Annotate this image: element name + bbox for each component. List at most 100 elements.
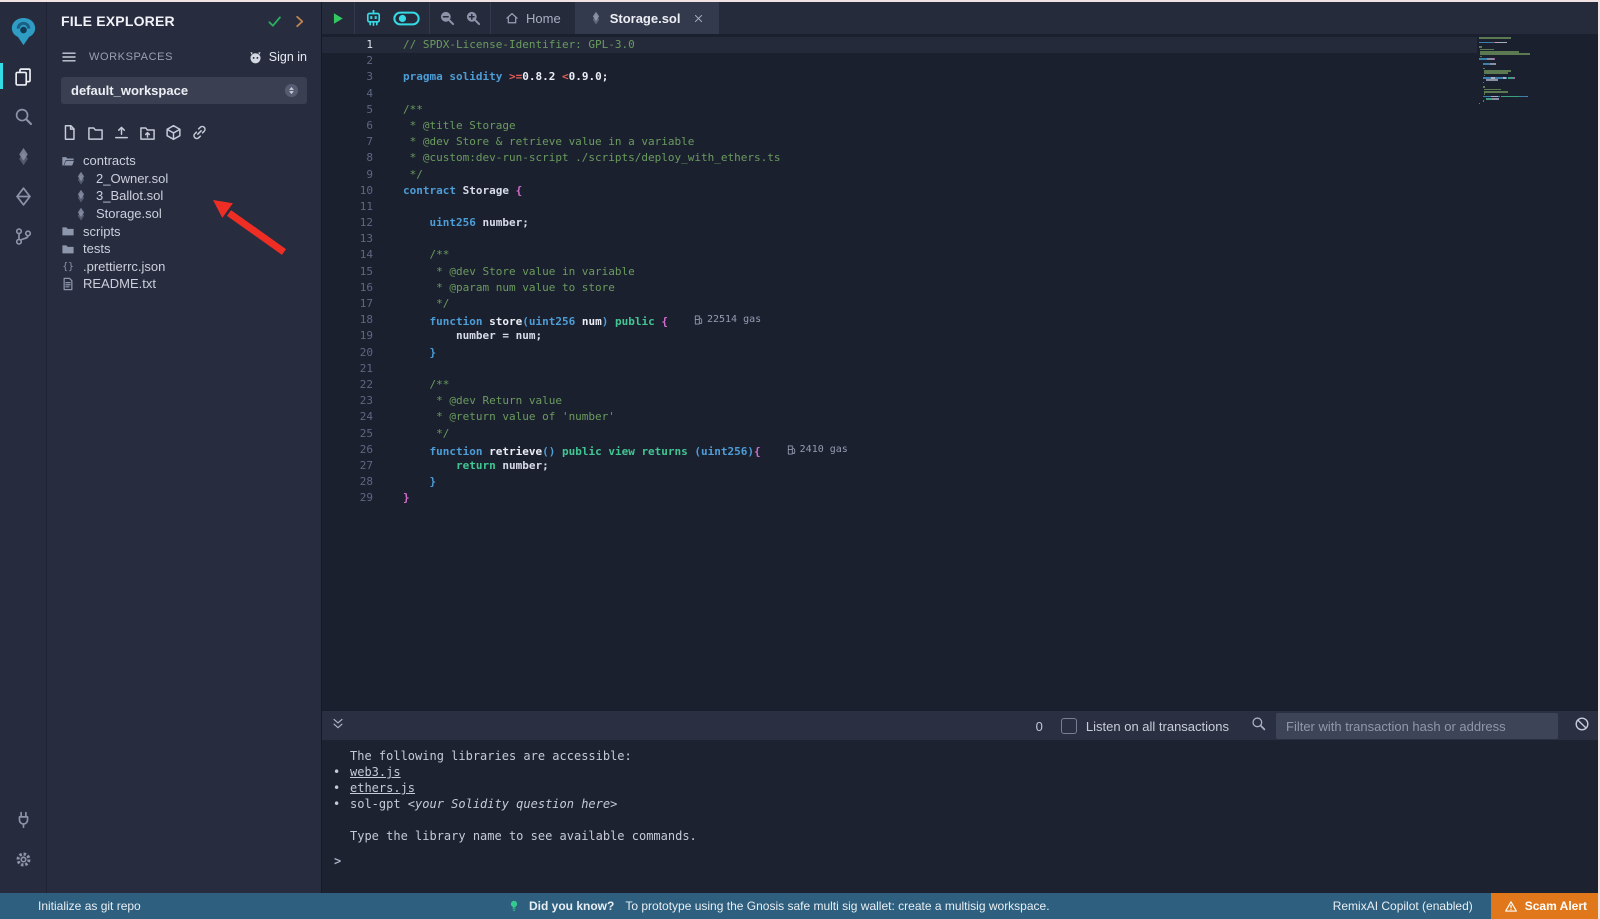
activity-bar bbox=[0, 0, 47, 893]
sign-in-button[interactable]: Sign in bbox=[248, 50, 307, 65]
code-line-19: 19 number = num; bbox=[321, 328, 1477, 344]
upload-folder-icon[interactable] bbox=[139, 124, 156, 141]
line-number: 27 bbox=[321, 458, 375, 474]
copilot-toggle[interactable] bbox=[393, 11, 420, 26]
file-text-icon bbox=[61, 277, 75, 291]
zoom-out-icon bbox=[439, 10, 455, 26]
remixai-copilot-button[interactable] bbox=[364, 9, 383, 28]
new-file-icon[interactable] bbox=[61, 124, 78, 141]
tab-Storage.sol[interactable]: Storage.sol bbox=[575, 2, 719, 34]
code-line-13: 13 bbox=[321, 231, 1477, 247]
tree-item-Storage.sol[interactable]: Storage.sol bbox=[47, 205, 321, 223]
line-number: 17 bbox=[321, 296, 375, 312]
activity-file-explorer[interactable] bbox=[0, 56, 46, 96]
play-icon bbox=[330, 11, 345, 26]
tree-item-2_Owner.sol[interactable]: 2_Owner.sol bbox=[47, 170, 321, 188]
new-folder-icon[interactable] bbox=[87, 124, 104, 141]
cube-icon[interactable] bbox=[165, 124, 182, 141]
zoom-out-button[interactable] bbox=[439, 10, 455, 26]
clear-console-button[interactable] bbox=[1574, 716, 1590, 737]
collapse-panel-chevron-icon[interactable] bbox=[292, 14, 307, 29]
transaction-filter-input[interactable] bbox=[1276, 713, 1558, 739]
line-number: 29 bbox=[321, 490, 375, 506]
tree-item-README.txt[interactable]: README.txt bbox=[47, 275, 321, 293]
activity-plugin-manager[interactable] bbox=[0, 799, 46, 839]
activity-bar-top bbox=[0, 0, 46, 799]
code-line-25: 25 */ bbox=[321, 426, 1477, 442]
chevrons-down-icon bbox=[331, 717, 345, 731]
activity-settings[interactable] bbox=[0, 839, 46, 879]
activity-remix-logo[interactable] bbox=[0, 6, 46, 56]
solidity-file-icon bbox=[74, 171, 88, 185]
code-line-20: 20 } bbox=[321, 345, 1477, 361]
solidity-file-icon bbox=[74, 189, 88, 203]
code-line-2: 2 bbox=[321, 53, 1477, 69]
code-line-6: 6 * @title Storage bbox=[321, 118, 1477, 134]
solidity-file-icon bbox=[589, 11, 603, 25]
file-tree: contracts2_Owner.sol3_Ballot.sol Storage.… bbox=[47, 152, 321, 293]
code-line-28: 28 } bbox=[321, 474, 1477, 490]
line-number: 24 bbox=[321, 409, 375, 425]
activity-search[interactable] bbox=[0, 96, 46, 136]
tree-item-3_Ballot.sol[interactable]: 3_Ballot.sol bbox=[47, 187, 321, 205]
tree-item-contracts[interactable]: contracts bbox=[47, 152, 321, 170]
workspace-select[interactable]: default_workspace bbox=[61, 77, 307, 104]
plugin-manager-icon bbox=[14, 810, 33, 829]
gas-icon bbox=[787, 445, 796, 455]
terminal-line: The following libraries are accessible: bbox=[333, 748, 1600, 764]
run-script-button[interactable] bbox=[330, 11, 345, 26]
tab-label: Home bbox=[526, 11, 561, 26]
ban-icon bbox=[1574, 716, 1590, 732]
terminal-collapse-button[interactable] bbox=[331, 717, 345, 736]
tab-Home[interactable]: Home bbox=[491, 2, 575, 34]
activity-solidity-compiler[interactable] bbox=[0, 136, 46, 176]
line-number: 7 bbox=[321, 134, 375, 150]
copilot-status[interactable]: RemixAI Copilot (enabled) bbox=[1333, 899, 1473, 913]
code-line-26: 26 function retrieve() public view retur… bbox=[321, 442, 1477, 458]
did-you-know-tip: Did you know? To prototype using the Gno… bbox=[508, 899, 1050, 913]
terminal-link-ethers.js[interactable]: ethers.js bbox=[350, 781, 415, 795]
terminal[interactable]: The following libraries are accessible:•… bbox=[321, 740, 1600, 893]
terminal-search-button[interactable] bbox=[1251, 716, 1266, 736]
terminal-link-web3.js[interactable]: web3.js bbox=[350, 765, 401, 779]
tree-item-scripts[interactable]: scripts bbox=[47, 222, 321, 240]
code-line-29: 29} bbox=[321, 490, 1477, 506]
terminal-prompt[interactable]: > bbox=[321, 844, 1600, 869]
link-icon[interactable] bbox=[191, 124, 208, 141]
folder-icon bbox=[61, 224, 75, 238]
main-area: Home Storage.sol 1// SPDX-License-Identif… bbox=[321, 2, 1600, 893]
tree-item-label: 3_Ballot.sol bbox=[96, 188, 163, 203]
tree-item-tests[interactable]: tests bbox=[47, 240, 321, 258]
remix-ide-window: FILE EXPLORER WORKSPACES Sign in default… bbox=[0, 0, 1600, 919]
line-number: 3 bbox=[321, 69, 375, 85]
terminal-line: Type the library name to see available c… bbox=[333, 828, 1600, 844]
close-tab-icon[interactable] bbox=[693, 13, 704, 24]
line-number: 5 bbox=[321, 102, 375, 118]
zoom-in-button[interactable] bbox=[465, 10, 481, 26]
terminal-line bbox=[333, 812, 1600, 828]
line-number: 23 bbox=[321, 393, 375, 409]
listen-checkbox[interactable] bbox=[1061, 718, 1077, 734]
warning-icon bbox=[1504, 900, 1518, 913]
workspaces-menu-icon[interactable] bbox=[61, 49, 77, 65]
code-line-10: 10contract Storage { bbox=[321, 183, 1477, 199]
line-number: 16 bbox=[321, 280, 375, 296]
tree-item-.prettierrc.json[interactable]: {}.prettierrc.json bbox=[47, 258, 321, 276]
line-number: 14 bbox=[321, 247, 375, 263]
terminal-bar: 0 Listen on all transactions bbox=[321, 710, 1600, 741]
upload-file-icon[interactable] bbox=[113, 124, 130, 141]
saved-check-icon bbox=[267, 14, 282, 29]
activity-git[interactable] bbox=[0, 216, 46, 256]
line-number: 26 bbox=[321, 442, 375, 458]
scam-alert-button[interactable]: Scam Alert bbox=[1491, 893, 1600, 919]
tree-item-label: README.txt bbox=[83, 276, 156, 291]
code-line-12: 12 uint256 number; bbox=[321, 215, 1477, 231]
search-icon bbox=[14, 107, 33, 126]
code-line-5: 5/** bbox=[321, 102, 1477, 118]
line-number: 21 bbox=[321, 361, 375, 377]
minimap[interactable] bbox=[1477, 37, 1597, 697]
activity-deploy-and-run[interactable] bbox=[0, 176, 46, 216]
line-number: 18 bbox=[321, 312, 375, 328]
init-git-repo-button[interactable]: Initialize as git repo bbox=[38, 899, 141, 913]
code-editor[interactable]: 1// SPDX-License-Identifier: GPL-3.023pr… bbox=[321, 34, 1600, 710]
